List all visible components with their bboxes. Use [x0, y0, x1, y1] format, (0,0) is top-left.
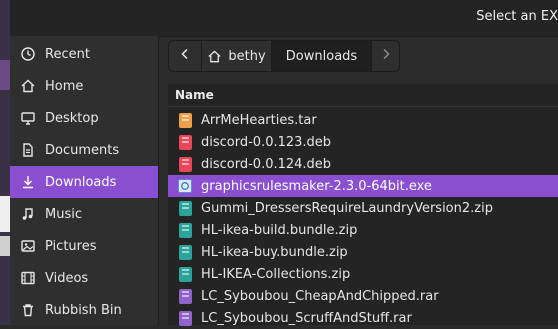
- title-bar[interactable]: Select an EX: [10, 0, 558, 37]
- file-name: LC_Syboubou_ScruffAndStuff.rar: [201, 310, 412, 326]
- document-icon: [20, 142, 36, 158]
- file-row[interactable]: discord-0.0.123.deb: [168, 131, 558, 153]
- dialog-title: Select an EX: [476, 9, 558, 24]
- home-icon: [20, 78, 36, 94]
- zip-file-icon: [178, 200, 192, 216]
- executable-file-icon: [178, 178, 192, 194]
- sidebar-item-label: Home: [45, 78, 84, 94]
- file-row[interactable]: ArrMeHearties.tar: [168, 109, 558, 131]
- file-row-selected[interactable]: graphicsrulesmaker-2.3.0-64bit.exe: [168, 175, 558, 197]
- path-segment-label: Downloads: [285, 48, 358, 64]
- file-row[interactable]: LC_Syboubou_CheapAndChipped.rar: [168, 285, 558, 307]
- file-name: discord-0.0.124.deb: [201, 156, 332, 172]
- file-row[interactable]: Gummi_DressersRequireLaundryVersion2.zip: [168, 197, 558, 219]
- path-segment-home[interactable]: bethy: [202, 40, 272, 72]
- sidebar-item-videos[interactable]: Videos: [10, 262, 158, 294]
- file-row[interactable]: discord-0.0.124.deb: [168, 153, 558, 175]
- path-forward-button[interactable]: [372, 40, 400, 72]
- trash-icon: [20, 302, 36, 318]
- sidebar-item-label: Downloads: [45, 174, 117, 190]
- sidebar-item-home[interactable]: Home: [10, 70, 158, 102]
- column-header-label: Name: [175, 88, 214, 102]
- path-segment-downloads[interactable]: Downloads: [272, 40, 372, 72]
- chevron-left-icon: [180, 48, 190, 64]
- path-segment-label: bethy: [228, 48, 266, 64]
- clock-icon: [20, 46, 36, 62]
- home-icon: [207, 49, 222, 64]
- package-file-icon: [178, 156, 192, 172]
- rar-file-icon: [178, 288, 192, 304]
- sidebar-item-recent[interactable]: Recent: [10, 38, 158, 70]
- file-name: HL-IKEA-Collections.zip: [201, 266, 351, 282]
- sidebar-item-desktop[interactable]: Desktop: [10, 102, 158, 134]
- sidebar-item-label: Documents: [45, 142, 120, 158]
- zip-file-icon: [178, 222, 192, 238]
- file-name: graphicsrulesmaker-2.3.0-64bit.exe: [201, 178, 432, 194]
- file-name: HL-ikea-build.bundle.zip: [201, 222, 358, 238]
- file-name: Gummi_DressersRequireLaundryVersion2.zip: [201, 200, 493, 216]
- desktop-icon: [20, 110, 36, 126]
- path-bar: bethy Downloads: [168, 40, 400, 72]
- videos-icon: [20, 270, 36, 286]
- places-sidebar: Recent Home Desktop Documents Downloads: [10, 36, 159, 325]
- file-row[interactable]: HL-IKEA-Collections.zip: [168, 263, 558, 285]
- file-list: Name ArrMeHearties.tar discord-0.0.123.d…: [168, 84, 558, 326]
- file-row[interactable]: HL-ikea-build.bundle.zip: [168, 219, 558, 241]
- sidebar-item-pictures[interactable]: Pictures: [10, 230, 158, 262]
- file-row[interactable]: HL-ikea-buy.bundle.zip: [168, 241, 558, 263]
- sidebar-item-label: Videos: [45, 270, 89, 286]
- sidebar-item-rubbish-bin[interactable]: Rubbish Bin: [10, 294, 158, 326]
- file-name: ArrMeHearties.tar: [201, 112, 317, 128]
- sidebar-item-label: Desktop: [45, 110, 99, 126]
- archive-file-icon: [178, 112, 192, 128]
- file-name: discord-0.0.123.deb: [201, 134, 332, 150]
- zip-file-icon: [178, 244, 192, 260]
- music-icon: [20, 206, 36, 222]
- path-back-button[interactable]: [168, 40, 202, 72]
- file-name: HL-ikea-buy.bundle.zip: [201, 244, 348, 260]
- chevron-right-icon: [381, 48, 391, 64]
- package-file-icon: [178, 134, 192, 150]
- column-header-name[interactable]: Name: [168, 84, 558, 107]
- sidebar-item-documents[interactable]: Documents: [10, 134, 158, 166]
- file-chooser-dialog: Select an EX Recent Home Desktop Documen…: [10, 0, 558, 326]
- sidebar-item-label: Recent: [45, 46, 90, 62]
- sidebar-item-music[interactable]: Music: [10, 198, 158, 230]
- sidebar-item-downloads[interactable]: Downloads: [10, 166, 158, 198]
- file-name: LC_Syboubou_CheapAndChipped.rar: [201, 288, 439, 304]
- rar-file-icon: [178, 310, 192, 326]
- pictures-icon: [20, 238, 36, 254]
- sidebar-item-label: Rubbish Bin: [45, 302, 122, 318]
- file-row[interactable]: LC_Syboubou_ScruffAndStuff.rar: [168, 307, 558, 329]
- download-icon: [20, 174, 36, 190]
- sidebar-item-label: Pictures: [45, 238, 97, 254]
- sidebar-item-label: Music: [45, 206, 82, 222]
- zip-file-icon: [178, 266, 192, 282]
